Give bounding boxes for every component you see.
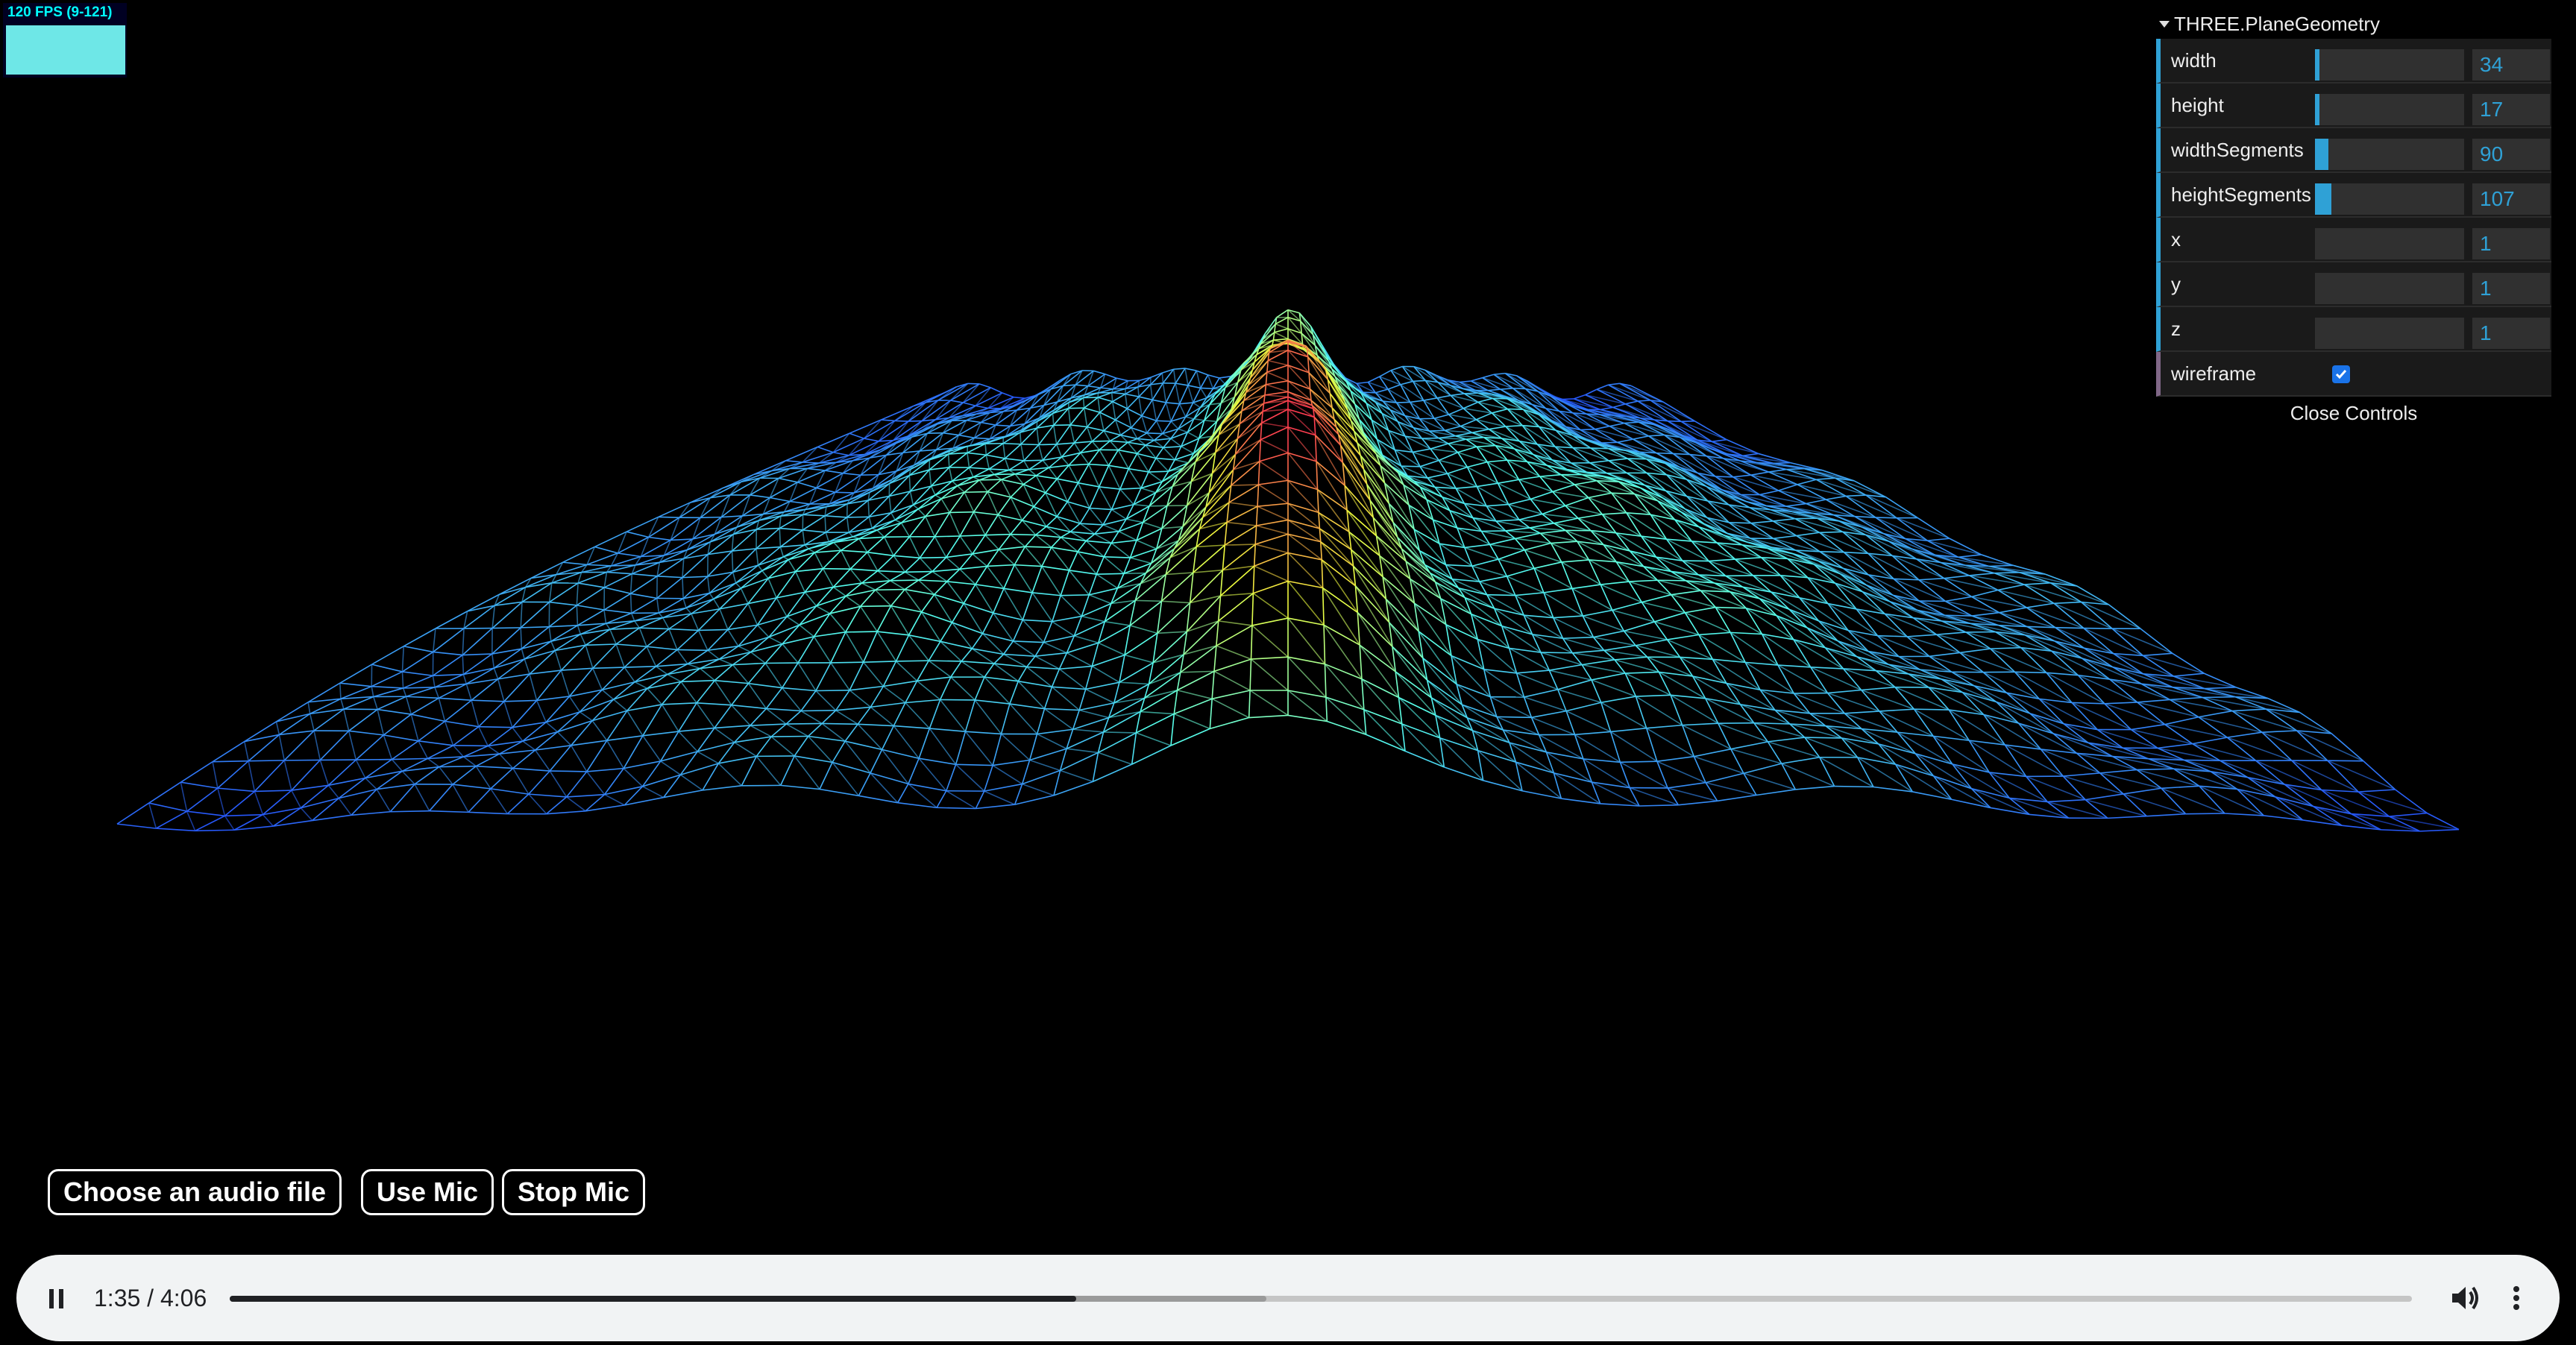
volume-icon[interactable] xyxy=(2449,1283,2482,1313)
wireframe-row: wireframe xyxy=(2156,352,2551,397)
control-row-height: height 17 xyxy=(2156,84,2551,128)
wireframe-checkbox[interactable] xyxy=(2332,365,2350,383)
more-options-icon[interactable] xyxy=(2509,1283,2524,1313)
control-value[interactable]: 107 xyxy=(2472,183,2550,215)
wireframe-label: wireframe xyxy=(2171,362,2257,385)
use-mic-button[interactable]: Use Mic xyxy=(361,1169,494,1215)
seek-bar[interactable] xyxy=(230,1296,2412,1302)
control-label: x xyxy=(2171,228,2181,251)
time-display: 1:35 / 4:06 xyxy=(94,1285,207,1311)
control-row-width: width 34 xyxy=(2156,39,2551,84)
control-label: height xyxy=(2171,94,2224,116)
fps-readout: 120 FPS (9-121) xyxy=(7,4,113,20)
stop-mic-button[interactable]: Stop Mic xyxy=(502,1169,645,1215)
control-label: widthSegments xyxy=(2171,139,2304,161)
caret-down-icon xyxy=(2159,21,2170,28)
control-slider[interactable] xyxy=(2315,318,2464,349)
control-label: width xyxy=(2171,49,2217,72)
close-controls-button[interactable]: Close Controls xyxy=(2156,398,2551,428)
played-bar xyxy=(230,1296,1077,1302)
control-label: heightSegments xyxy=(2171,183,2311,206)
slider-fill xyxy=(2315,94,2319,125)
slider-fill xyxy=(2315,139,2328,170)
control-row-widthSegments: widthSegments 90 xyxy=(2156,128,2551,173)
checkmark-icon xyxy=(2335,370,2347,379)
control-slider[interactable] xyxy=(2315,49,2464,81)
control-value[interactable]: 1 xyxy=(2472,273,2550,304)
choose-audio-file-button[interactable]: Choose an audio file xyxy=(48,1169,342,1215)
control-slider[interactable] xyxy=(2315,183,2464,215)
fps-graph xyxy=(6,25,125,75)
control-value[interactable]: 34 xyxy=(2472,49,2550,81)
folder-title-label: THREE.PlaneGeometry xyxy=(2174,13,2380,35)
pause-icon[interactable] xyxy=(48,1288,66,1310)
control-label: z xyxy=(2171,318,2181,340)
slider-fill xyxy=(2315,49,2319,81)
control-slider[interactable] xyxy=(2315,139,2464,170)
control-row-heightSegments: heightSegments 107 xyxy=(2156,173,2551,218)
control-row-z: z1 xyxy=(2156,307,2551,352)
control-slider[interactable] xyxy=(2315,94,2464,125)
control-value[interactable]: 1 xyxy=(2472,318,2550,349)
controls-panel: THREE.PlaneGeometry width 34 height 17 width… xyxy=(2156,9,2551,428)
control-label: y xyxy=(2171,273,2181,295)
control-slider[interactable] xyxy=(2315,273,2464,304)
slider-fill xyxy=(2315,183,2331,215)
terrain-mesh xyxy=(116,309,2460,832)
control-value[interactable]: 90 xyxy=(2472,139,2550,170)
control-row-y: y1 xyxy=(2156,262,2551,307)
audio-player: 1:35 / 4:06 xyxy=(16,1255,2560,1341)
control-slider[interactable] xyxy=(2315,228,2464,259)
control-value[interactable]: 1 xyxy=(2472,228,2550,259)
control-row-x: x1 xyxy=(2156,218,2551,262)
controls-list: width 34 height 17 widthSegments 90 heightSegm… xyxy=(2156,39,2551,352)
fps-stats-panel[interactable]: 120 FPS (9-121) xyxy=(3,3,127,78)
control-value[interactable]: 17 xyxy=(2472,94,2550,125)
folder-title[interactable]: THREE.PlaneGeometry xyxy=(2156,9,2551,39)
